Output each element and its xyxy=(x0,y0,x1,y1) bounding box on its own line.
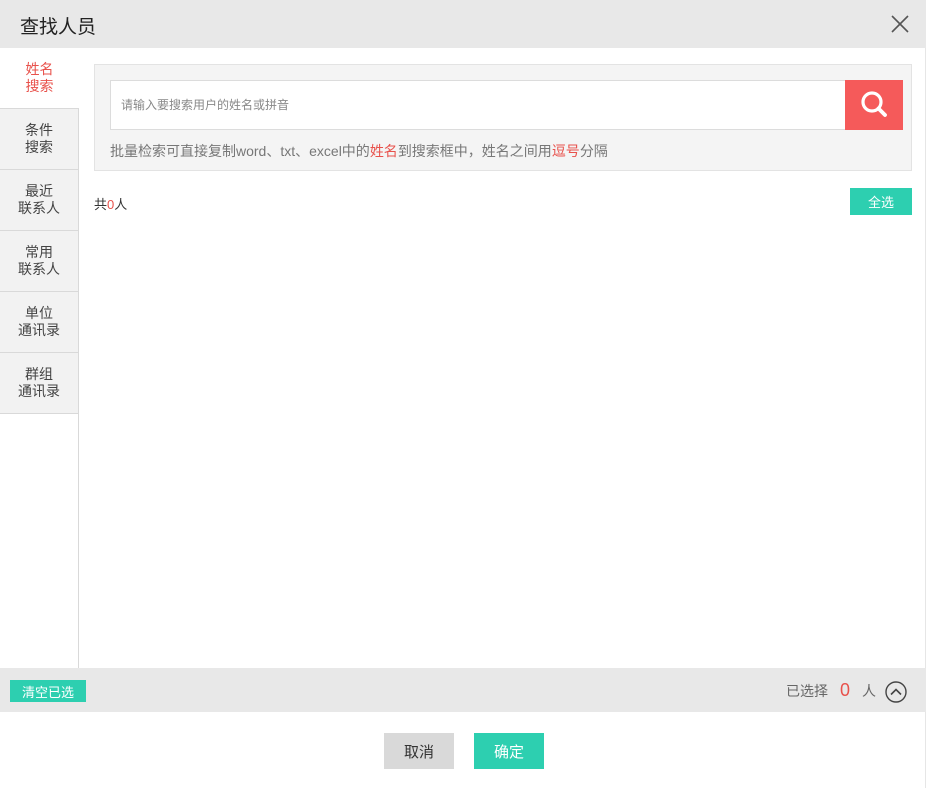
dialog-title: 查找人员 xyxy=(20,17,97,38)
sidebar-item-recent-contacts[interactable]: 最近 联系人 xyxy=(0,170,79,231)
sidebar: 姓名 搜索 条件 搜索 最近 联系人 常用 联系人 单位 通讯录 群组 通讯录 xyxy=(0,48,79,668)
result-count: 共0人 xyxy=(94,194,127,213)
sidebar-item-label: 常用 xyxy=(25,244,53,260)
sidebar-item-label: 联系人 xyxy=(18,261,60,277)
sidebar-item-label: 通讯录 xyxy=(18,383,60,399)
sidebar-item-condition-search[interactable]: 条件 搜索 xyxy=(0,109,79,170)
result-count-suffix: 人 xyxy=(114,197,128,212)
sidebar-item-frequent-contacts[interactable]: 常用 联系人 xyxy=(0,231,79,292)
hint-text: 分隔 xyxy=(579,143,608,159)
hint-highlight: 姓名 xyxy=(369,143,398,159)
chevron-up-circle-icon[interactable] xyxy=(885,681,907,703)
selected-count-number: 0 xyxy=(839,680,850,700)
close-icon[interactable] xyxy=(890,14,910,34)
search-input[interactable] xyxy=(110,80,846,130)
search-icon xyxy=(861,91,887,117)
sidebar-item-label: 姓名 xyxy=(25,61,54,77)
selected-count-prefix: 已选择 xyxy=(785,682,828,699)
dialog-actions: 取消 确定 xyxy=(0,712,926,788)
sidebar-item-label: 群组 xyxy=(25,366,53,382)
batch-search-hint: 批量检索可直接复制word、txt、excel中的姓名到搜索框中，姓名之间用逗号… xyxy=(110,141,608,161)
selected-count-suffix: 人 xyxy=(862,682,876,699)
sidebar-item-label: 搜索 xyxy=(25,139,53,155)
sidebar-item-label: 通讯录 xyxy=(18,322,60,338)
selection-bar: 清空已选 已选择 0 人 xyxy=(0,668,926,712)
clear-selected-button[interactable]: 清空已选 xyxy=(10,680,86,702)
cancel-button[interactable]: 取消 xyxy=(384,733,454,769)
sidebar-item-label: 单位 xyxy=(25,305,53,321)
selected-count: 已选择 0 人 xyxy=(786,680,876,701)
sidebar-item-label: 条件 xyxy=(25,122,53,138)
sidebar-item-name-search[interactable]: 姓名 搜索 xyxy=(0,48,79,109)
sidebar-item-org-directory[interactable]: 单位 通讯录 xyxy=(0,292,79,353)
sidebar-item-label: 最近 xyxy=(25,183,53,199)
search-panel: 批量检索可直接复制word、txt、excel中的姓名到搜索框中，姓名之间用逗号… xyxy=(94,64,912,171)
sidebar-item-group-directory[interactable]: 群组 通讯录 xyxy=(0,353,79,414)
find-person-dialog: 查找人员 姓名 搜索 条件 搜索 最近 联系人 常用 联系人 单位 通讯录 群组… xyxy=(0,0,926,788)
select-all-button[interactable]: 全选 xyxy=(850,188,912,215)
search-button[interactable] xyxy=(845,80,903,130)
hint-text: 到搜索框中，姓名之间用 xyxy=(397,143,552,159)
hint-text: 批量检索可直接复制word、txt、excel中的 xyxy=(110,143,370,159)
hint-highlight: 逗号 xyxy=(551,143,580,159)
sidebar-item-label: 搜索 xyxy=(25,78,54,94)
result-count-prefix: 共 xyxy=(94,197,108,212)
dialog-header: 查找人员 xyxy=(0,0,926,48)
sidebar-item-label: 联系人 xyxy=(18,200,60,216)
confirm-button[interactable]: 确定 xyxy=(474,733,544,769)
